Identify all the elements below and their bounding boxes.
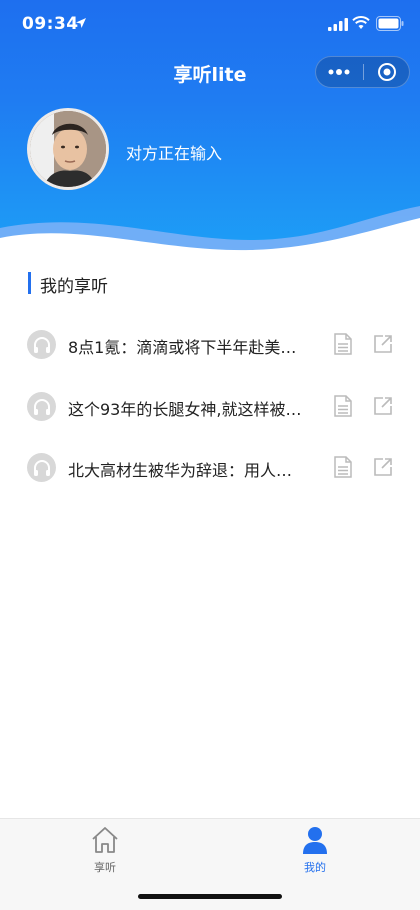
tab-home[interactable]: 享听 [65, 825, 145, 881]
home-indicator [138, 894, 282, 899]
more-dots-icon [328, 69, 350, 75]
share-icon[interactable] [373, 457, 393, 477]
header-wave [0, 206, 420, 260]
list-item[interactable]: 北大高材生被华为辞退：用人单位... [0, 443, 420, 493]
document-icon[interactable] [334, 395, 352, 417]
wifi-icon [352, 16, 370, 29]
tab-mine-label: 我的 [304, 861, 326, 874]
battery-icon [376, 16, 404, 31]
list-item[interactable]: 8点1氪：滴滴或将下半年赴美上市，估值约800亿美元；... [0, 320, 420, 370]
close-mini-program-button[interactable] [364, 57, 410, 87]
list-item[interactable]: 这个93年的长腿女神,就这样被… [0, 382, 420, 432]
document-icon[interactable] [334, 456, 352, 478]
status-bar: 09:34 [0, 0, 420, 50]
section-title: 我的享听 [40, 277, 108, 297]
item-title: 这个93年的长腿女神,就这样被… [68, 400, 302, 419]
avatar[interactable] [27, 108, 109, 190]
headphones-icon [27, 392, 56, 421]
headphones-icon [27, 330, 56, 359]
share-icon[interactable] [373, 396, 393, 416]
cellular-signal-icon [328, 18, 348, 31]
tab-home-label: 享听 [94, 861, 116, 874]
location-arrow-icon [76, 18, 86, 28]
headphones-icon [27, 453, 56, 482]
home-icon [92, 827, 118, 853]
target-circle-icon [378, 63, 396, 81]
section-accent-bar [28, 272, 31, 294]
status-time: 09:34 [22, 14, 79, 34]
item-title: 北大高材生被华为辞退：用人单位... [68, 461, 304, 480]
item-title: 8点1氪：滴滴或将下半年赴美上市，估值约800亿美元；... [68, 338, 304, 357]
typing-status-text: 对方正在输入 [126, 144, 223, 163]
page: 09:34 享听lite 对方正在输入 我的享听 8点1氪：滴滴或将下半年赴美上… [0, 0, 420, 910]
share-icon[interactable] [373, 334, 393, 354]
document-icon[interactable] [334, 333, 352, 355]
tab-mine[interactable]: 我的 [275, 825, 355, 881]
avatar-photo [30, 111, 106, 187]
more-button[interactable] [316, 57, 362, 87]
user-icon [303, 827, 327, 854]
mini-program-capsule [315, 56, 410, 88]
